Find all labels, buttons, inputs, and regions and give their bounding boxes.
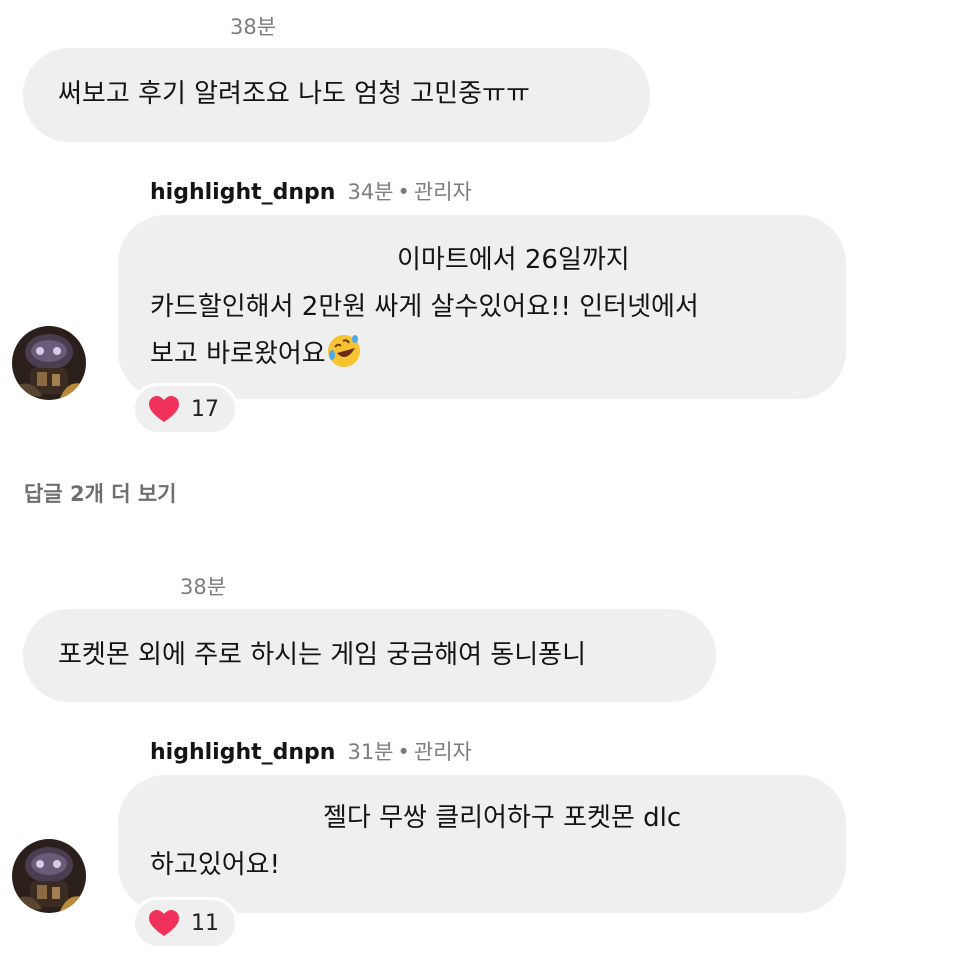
comment-1-bubble[interactable]: 써보고 후기 알려조요 나도 엄청 고민중ㅠㅠ [23, 48, 650, 142]
reply-1-meta: highlight_dnpn 34분 • 관리자 [150, 182, 472, 204]
reply-1-like-button[interactable]: 17 [132, 383, 238, 435]
heart-icon [149, 909, 179, 936]
avatar-image [12, 326, 86, 400]
reply-2-line-1: 젤다 무쌍 클리어하구 포켓몬 dlc [323, 803, 682, 833]
comment-2-bubble[interactable]: 포켓몬 외에 주로 하시는 게임 궁금해여 동니퐁니 [23, 609, 716, 702]
reply-1-time: 34분 [347, 180, 394, 204]
reply-1-line-1: 이마트에서 26일까지 [397, 245, 630, 275]
reply-2-line-2: 하고있어요! [150, 850, 281, 880]
comment-1-text: 써보고 후기 알려조요 나도 엄청 고민중ㅠㅠ [58, 79, 530, 109]
avatar-image [12, 839, 86, 913]
view-more-replies-link[interactable]: 답글 2개 더 보기 [24, 478, 176, 508]
reply-1-bubble[interactable]: 이마트에서 26일까지 카드할인해서 2만원 싸게 살수있어요!! 인터넷에서 … [118, 215, 846, 399]
comment-1-time: 38분 [230, 15, 277, 39]
reply-2-like-count: 11 [191, 910, 219, 936]
reply-2-separator: • [397, 740, 410, 764]
reply-2-username[interactable]: highlight_dnpn [150, 740, 335, 765]
reply-1-line-3: 보고 바로왔어요 [150, 339, 326, 369]
reply-1-username[interactable]: highlight_dnpn [150, 180, 335, 205]
rolling-laughing-emoji-icon [327, 335, 360, 367]
reply-2-meta: highlight_dnpn 31분 • 관리자 [150, 742, 472, 764]
reply-1-avatar[interactable] [12, 326, 86, 400]
reply-2-role: 관리자 [413, 740, 472, 764]
reply-1-like-count: 17 [191, 396, 219, 422]
reply-2-like-button[interactable]: 11 [132, 897, 238, 949]
heart-icon [149, 395, 179, 422]
reply-2-avatar[interactable] [12, 839, 86, 913]
comment-2-time: 38분 [180, 575, 227, 599]
reply-1-line-2: 카드할인해서 2만원 싸게 살수있어요!! 인터넷에서 [150, 292, 699, 322]
reply-1-separator: • [397, 180, 410, 204]
reply-2-time: 31분 [347, 740, 394, 764]
reply-2-bubble[interactable]: 젤다 무쌍 클리어하구 포켓몬 dlc 하고있어요! [118, 775, 846, 913]
reply-1-role: 관리자 [413, 180, 472, 204]
comment-2-text: 포켓몬 외에 주로 하시는 게임 궁금해여 동니퐁니 [58, 640, 586, 670]
